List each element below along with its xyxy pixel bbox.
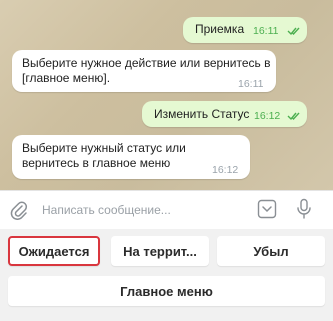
keyboard-button-main-menu[interactable]: Главное меню	[8, 276, 325, 306]
reply-keyboard: Ожидается На террит... Убыл Главное меню	[0, 229, 333, 321]
outgoing-message[interactable]: Изменить Статус 16:12	[142, 101, 307, 127]
incoming-message[interactable]: Выберите нужный статус или вернитесь в г…	[12, 135, 250, 179]
message-time: 16:12	[254, 110, 281, 122]
chat-history[interactable]: Приемка 16:11 Выберите нужное действие и…	[0, 0, 333, 190]
message-time: 16:12	[212, 164, 239, 176]
double-check-icon	[287, 27, 300, 36]
keyboard-button-expected[interactable]: Ожидается	[8, 236, 100, 266]
message-input[interactable]: Написать сообщение...	[42, 203, 171, 217]
outgoing-message[interactable]: Приемка 16:11	[183, 17, 307, 43]
message-text: Выберите нужное действие или вернитесь в…	[22, 56, 271, 85]
message-text: Приемка	[195, 22, 245, 36]
message-text: Изменить Статус	[154, 107, 250, 121]
attach-icon[interactable]	[10, 200, 28, 220]
message-text: Выберите нужный статус или вернитесь в г…	[22, 141, 186, 170]
microphone-icon[interactable]	[296, 198, 312, 220]
keyboard-button-left[interactable]: Убыл	[217, 236, 325, 266]
message-input-bar: Написать сообщение...	[0, 190, 333, 229]
double-check-icon	[287, 112, 300, 121]
message-time: 16:11	[238, 78, 264, 90]
keyboard-toggle-icon[interactable]	[257, 199, 277, 219]
message-time: 16:11	[253, 25, 279, 37]
keyboard-button-on-territory[interactable]: На террит...	[111, 236, 209, 266]
incoming-message[interactable]: Выберите нужное действие или вернитесь в…	[12, 50, 276, 92]
